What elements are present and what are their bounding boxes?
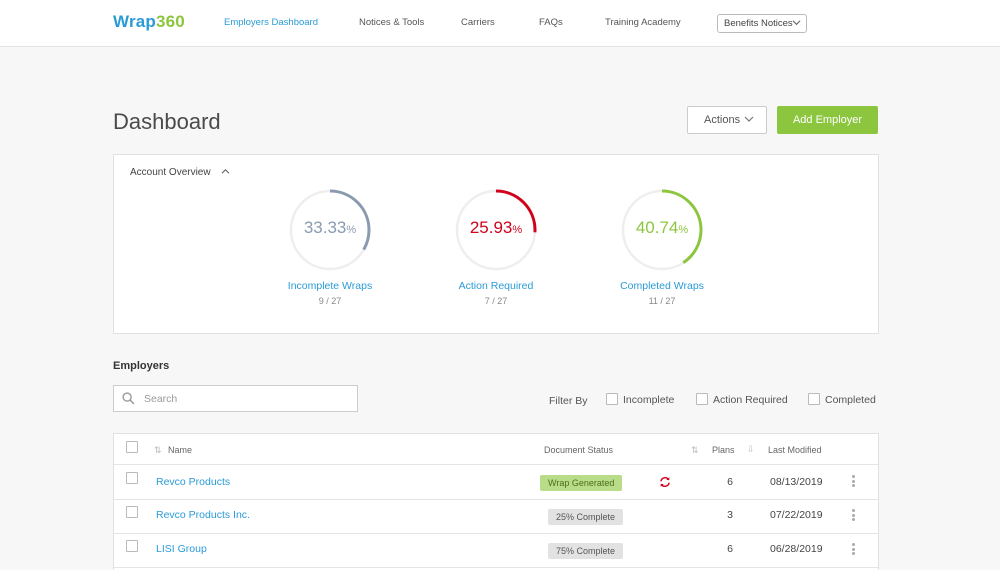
nav-training-academy[interactable]: Training Academy <box>605 17 681 28</box>
gauge-action-required: 25.93% Action Required 7 / 27 <box>436 187 556 306</box>
sort-descending-icon[interactable]: ⇩ <box>747 444 755 455</box>
chevron-down-icon <box>744 114 754 127</box>
row-checkbox[interactable] <box>126 540 138 552</box>
last-modified-date: 07/22/2019 <box>770 509 823 521</box>
row-checkbox[interactable] <box>126 472 138 484</box>
select-all-checkbox[interactable] <box>126 441 138 453</box>
employer-name-link[interactable]: Revco Products Inc. <box>156 509 250 521</box>
gauge-completed: 40.74% Completed Wraps 11 / 27 <box>602 187 722 306</box>
actions-button-label: Actions <box>704 114 741 126</box>
brand-logo-part-1: Wrap <box>113 12 156 31</box>
employer-name-link[interactable]: LISI Group <box>156 543 207 555</box>
table-header: ⇅ Name Document Status ⇅ Plans ⇩ Last Mo… <box>114 434 878 465</box>
plans-count: 6 <box>727 476 733 488</box>
gauge-number: 40.74 <box>635 218 679 237</box>
benefits-notices-select[interactable]: Benefits Notices <box>717 14 807 33</box>
gauge-number: 33.33 <box>303 218 347 237</box>
column-name[interactable]: Name <box>168 445 192 455</box>
top-navigation: Wrap360 Employers Dashboard Notices & To… <box>0 0 1000 47</box>
gauge-unit: % <box>512 224 523 236</box>
search-icon <box>122 392 135 410</box>
sort-icon[interactable]: ⇅ <box>154 445 162 456</box>
brand-logo-part-2: 360 <box>156 12 185 31</box>
page-title: Dashboard <box>113 109 221 134</box>
account-overview-toggle[interactable]: Account Overview <box>130 167 230 178</box>
employer-name-link[interactable]: Revco Products <box>156 476 230 488</box>
actions-button[interactable]: Actions <box>687 106 767 134</box>
column-plans[interactable]: Plans <box>712 445 735 455</box>
employer-search <box>113 385 358 412</box>
more-options-icon[interactable] <box>850 543 856 557</box>
filter-incomplete-checkbox[interactable] <box>606 393 618 405</box>
filter-action-required[interactable]: Action Required <box>696 393 788 406</box>
nav-notices-tools[interactable]: Notices & Tools <box>359 17 424 28</box>
gauge-count-action-required: 7 / 27 <box>484 296 508 306</box>
gauge-unit: % <box>678 224 689 236</box>
gauge-count-completed: 11 / 27 <box>648 296 676 306</box>
gauge-count-incomplete: 9 / 27 <box>318 296 342 306</box>
status-badge: 75% Complete <box>548 543 624 559</box>
chevron-up-icon <box>221 167 230 177</box>
column-document-status[interactable]: Document Status <box>544 445 613 455</box>
gauge-value-completed: 40.74% <box>602 218 722 238</box>
refresh-icon[interactable] <box>659 475 671 493</box>
table-row: LISI Group 75% Complete 6 06/28/2019 <box>114 534 878 568</box>
status-badge: 25% Complete <box>548 509 624 525</box>
sort-icon[interactable]: ⇅ <box>691 445 699 456</box>
column-last-modified[interactable]: Last Modified <box>768 445 822 455</box>
last-modified-date: 06/28/2019 <box>770 543 823 555</box>
nav-faqs[interactable]: FAQs <box>539 17 563 28</box>
plans-count: 3 <box>727 509 733 521</box>
add-employer-button[interactable]: Add Employer <box>777 106 878 134</box>
filter-action-required-label: Action Required <box>713 394 788 406</box>
gauge-label-completed[interactable]: Completed Wraps <box>582 280 742 292</box>
status-badge: Wrap Generated <box>540 475 623 491</box>
table-row: Revco Products Inc. 25% Complete 3 07/22… <box>114 500 878 534</box>
filter-completed-label: Completed <box>825 394 876 406</box>
nav-carriers[interactable]: Carriers <box>461 17 495 28</box>
last-modified-date: 08/13/2019 <box>770 476 823 488</box>
brand-logo[interactable]: Wrap360 <box>113 12 185 32</box>
chevron-down-icon <box>792 18 801 30</box>
search-input[interactable] <box>144 390 349 407</box>
employers-title: Employers <box>113 360 170 372</box>
gauge-number: 25.93 <box>469 218 513 237</box>
gauge-value-action-required: 25.93% <box>436 218 556 238</box>
benefits-notices-label: Benefits Notices <box>724 18 793 29</box>
gauge-label-action-required[interactable]: Action Required <box>416 280 576 292</box>
filter-action-required-checkbox[interactable] <box>696 393 708 405</box>
account-overview-card: Account Overview 33.33% Incomplete Wraps… <box>113 154 879 334</box>
more-options-icon[interactable] <box>850 475 856 489</box>
gauge-unit: % <box>346 224 357 236</box>
account-overview-title: Account Overview <box>130 167 211 178</box>
row-checkbox[interactable] <box>126 506 138 518</box>
filter-completed-checkbox[interactable] <box>808 393 820 405</box>
filter-by-label: Filter By <box>549 395 588 407</box>
filter-incomplete-label: Incomplete <box>623 394 675 406</box>
table-row: Revco Products Wrap Generated 6 08/13/20… <box>114 466 878 500</box>
gauge-label-incomplete[interactable]: Incomplete Wraps <box>250 280 410 292</box>
nav-employers-dashboard[interactable]: Employers Dashboard <box>224 17 318 28</box>
gauge-incomplete: 33.33% Incomplete Wraps 9 / 27 <box>270 187 390 306</box>
gauge-value-incomplete: 33.33% <box>270 218 390 238</box>
more-options-icon[interactable] <box>850 509 856 523</box>
filter-incomplete[interactable]: Incomplete <box>606 393 674 406</box>
employers-table: ⇅ Name Document Status ⇅ Plans ⇩ Last Mo… <box>113 433 879 570</box>
filter-completed[interactable]: Completed <box>808 393 876 406</box>
plans-count: 6 <box>727 543 733 555</box>
